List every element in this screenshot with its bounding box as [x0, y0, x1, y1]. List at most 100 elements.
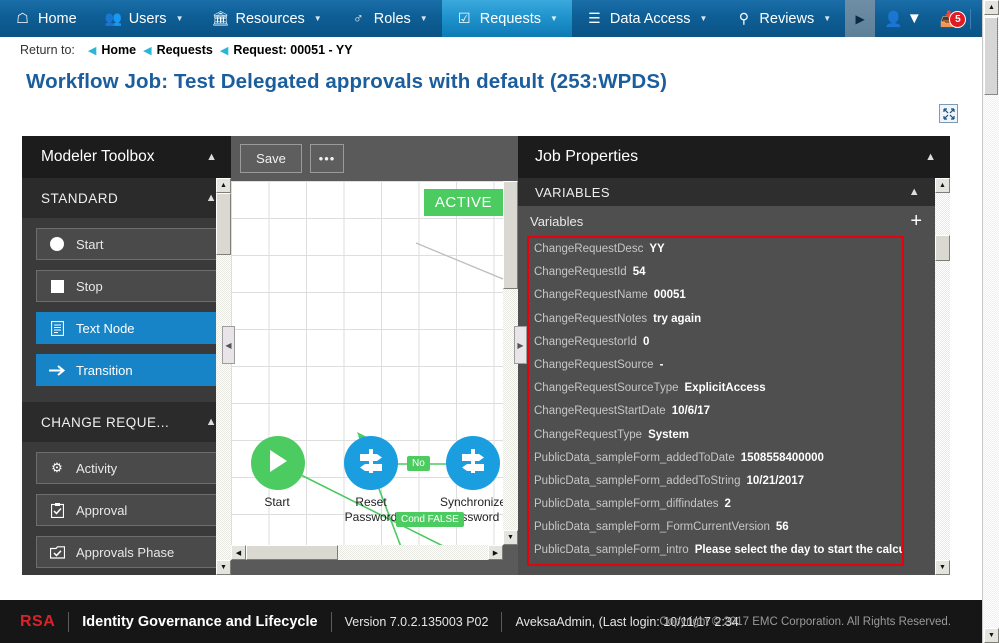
properties-scrollbar[interactable]: ▲ ▼ — [935, 178, 950, 575]
fullscreen-icon[interactable] — [939, 104, 958, 123]
nav-item-roles[interactable]: ♂ Roles ▼ — [336, 0, 442, 37]
scroll-up-arrow-icon[interactable]: ▲ — [984, 0, 999, 15]
variable-row[interactable]: PublicData_sampleForm_introPlease select… — [534, 544, 902, 566]
variables-list[interactable]: ChangeRequestDescYY ChangeRequestId 54 Ch… — [527, 236, 904, 566]
chevron-down-icon: ▼ — [550, 14, 558, 23]
layers-icon: ☰ — [586, 10, 603, 27]
variable-value: 00051 — [654, 289, 686, 301]
variable-row[interactable]: ChangeRequestorId0 — [534, 336, 902, 359]
save-button[interactable]: Save — [240, 144, 302, 173]
workflow-node-synchronize-password[interactable] — [446, 436, 500, 490]
canvas-horizontal-scrollbar[interactable]: ◀ ▶ — [231, 545, 503, 560]
variable-row[interactable]: PublicData_sampleForm_addedToString10/21… — [534, 475, 902, 498]
variable-row[interactable]: PublicData_sampleForm_FormCurrentVersion… — [534, 521, 902, 544]
job-properties-header[interactable]: Job Properties ▲ — [518, 136, 950, 178]
variable-value: System — [648, 429, 689, 441]
canvas-panel: Save ••• ACTIVE — [231, 136, 518, 575]
toolbox-item-approvals-phase[interactable]: Approvals Phase — [36, 536, 217, 568]
variable-row[interactable]: ChangeRequestSource- — [534, 359, 902, 382]
scroll-right-arrow-icon[interactable]: ▶ — [488, 545, 503, 560]
variable-row[interactable]: ChangeRequestTypeSystem — [534, 429, 902, 452]
nav-right-group: ▶ 👤 ▼ 📥 5 ☉ — [845, 0, 999, 37]
scrollbar-thumb[interactable] — [935, 235, 950, 261]
edge-label-no: No — [407, 456, 430, 471]
variable-row[interactable]: ChangeRequestDescYY — [534, 243, 902, 266]
variable-row[interactable]: ChangeRequestNotestry again — [534, 313, 902, 336]
variable-row[interactable]: PublicData_sampleForm_addedToDate1508558… — [534, 452, 902, 475]
nav-item-users[interactable]: 👥 Users ▼ — [91, 0, 198, 37]
nav-item-reviews[interactable]: ⚲ Reviews ▼ — [721, 0, 845, 37]
toolbox-scrollbar[interactable]: ▲ ▼ — [216, 178, 231, 575]
variable-name: PublicData_sampleForm_intro — [534, 544, 689, 556]
nav-item-home[interactable]: ☖ Home — [0, 0, 91, 37]
toolbox-item-activity[interactable]: ⚙ Activity — [36, 452, 217, 484]
variable-row[interactable]: ChangeRequestSourceTypeExplicitAccess — [534, 382, 902, 405]
toolbox-items-change-request: ⚙ Activity Approval — [22, 442, 231, 575]
back-arrow-icon: ◀ — [143, 44, 151, 57]
nav-label: Roles — [374, 11, 411, 27]
nav-label: Data Access — [610, 11, 691, 27]
divider — [68, 612, 69, 632]
workflow-canvas[interactable]: ACTIVE Start — [231, 181, 503, 560]
toolbox-section-standard[interactable]: STANDARD ▲ — [22, 178, 231, 218]
variable-value: ExplicitAccess — [685, 382, 766, 394]
user-account-button[interactable]: 👤 ▼ — [875, 10, 931, 28]
scroll-up-arrow-icon[interactable]: ▲ — [216, 178, 231, 193]
users-icon: 👥 — [105, 10, 122, 27]
footer-bar: RSA Identity Governance and Lifecycle Ve… — [0, 600, 983, 643]
scroll-left-arrow-icon[interactable]: ◀ — [231, 545, 246, 560]
breadcrumb-item-request[interactable]: Request: 00051 - YY — [233, 43, 352, 57]
scroll-down-arrow-icon[interactable]: ▼ — [935, 560, 950, 575]
variable-row[interactable]: ChangeRequestStartDate10/6/17 — [534, 405, 902, 428]
nav-collapse-toggle[interactable]: ▶ — [845, 0, 875, 37]
application-window: ☖ Home 👥 Users ▼ 🏛 Resources ▼ ♂ Roles ▼… — [0, 0, 999, 643]
variable-row[interactable]: ChangeRequestId 54 — [534, 266, 902, 289]
toolbox-item-transition[interactable]: Transition — [36, 354, 217, 386]
toolbox-header[interactable]: Modeler Toolbox ▲ — [22, 136, 231, 178]
variable-value: 10/6/17 — [672, 405, 710, 417]
back-arrow-icon: ◀ — [88, 44, 96, 57]
variables-label: Variables — [530, 214, 583, 229]
variables-section-header[interactable]: VARIABLES ▲ — [518, 178, 950, 206]
workflow-node-start[interactable] — [251, 436, 305, 490]
workflow-node-reset-password[interactable] — [344, 436, 398, 490]
toolbox-item-approval[interactable]: Approval — [36, 494, 217, 526]
nav-item-resources[interactable]: 🏛 Resources ▼ — [197, 0, 335, 37]
variable-value: 54 — [633, 266, 646, 278]
toolbox-item-start[interactable]: Start — [36, 228, 217, 260]
scrollbar-thumb[interactable] — [984, 17, 998, 95]
toolbox-item-stop[interactable]: Stop — [36, 270, 217, 302]
scroll-down-arrow-icon[interactable]: ▼ — [984, 628, 999, 643]
chevron-up-icon[interactable]: ▲ — [925, 151, 936, 163]
breadcrumb-item-requests[interactable]: Requests — [157, 43, 213, 57]
item-label: Transition — [76, 363, 133, 378]
back-arrow-icon: ◀ — [220, 44, 228, 57]
scrollbar-thumb[interactable] — [246, 545, 338, 560]
plus-icon[interactable]: + — [910, 212, 922, 230]
toolbox-section-change-request[interactable]: CHANGE REQUE... ▲ — [22, 402, 231, 442]
toolbox-item-text-node[interactable]: Text Node — [36, 312, 217, 344]
scrollbar-thumb[interactable] — [503, 181, 518, 289]
gear-icon: ⚙ — [48, 459, 66, 477]
variable-name: ChangeRequestId — [534, 266, 627, 278]
chevron-down-icon: ▼ — [314, 14, 322, 23]
inbox-button[interactable]: 📥 5 — [931, 10, 968, 28]
scroll-down-arrow-icon[interactable]: ▼ — [503, 530, 518, 545]
more-options-button[interactable]: ••• — [310, 144, 344, 173]
scrollbar-thumb[interactable] — [216, 193, 231, 255]
chevron-up-icon[interactable]: ▲ — [909, 186, 920, 198]
variable-name: PublicData_sampleForm_FormCurrentVersion — [534, 521, 770, 533]
breadcrumb-item-home[interactable]: Home — [101, 43, 136, 57]
scroll-up-arrow-icon[interactable]: ▲ — [935, 178, 950, 193]
canvas-collapse-handle[interactable]: ▶ — [514, 326, 527, 364]
chevron-up-icon[interactable]: ▲ — [206, 151, 217, 163]
variable-row[interactable]: ChangeRequestName00051 — [534, 289, 902, 312]
page-scrollbar[interactable]: ▲ ▼ — [982, 0, 999, 643]
toolbox-collapse-handle[interactable]: ◀ — [222, 326, 235, 364]
variable-name: ChangeRequestDesc — [534, 243, 643, 255]
nav-item-data-access[interactable]: ☰ Data Access ▼ — [572, 0, 722, 37]
scroll-down-arrow-icon[interactable]: ▼ — [216, 560, 231, 575]
variable-row[interactable]: PublicData_sampleForm_diffindates2 — [534, 498, 902, 521]
nav-item-requests[interactable]: ☑ Requests ▼ — [442, 0, 572, 37]
nav-label: Resources — [235, 11, 304, 27]
